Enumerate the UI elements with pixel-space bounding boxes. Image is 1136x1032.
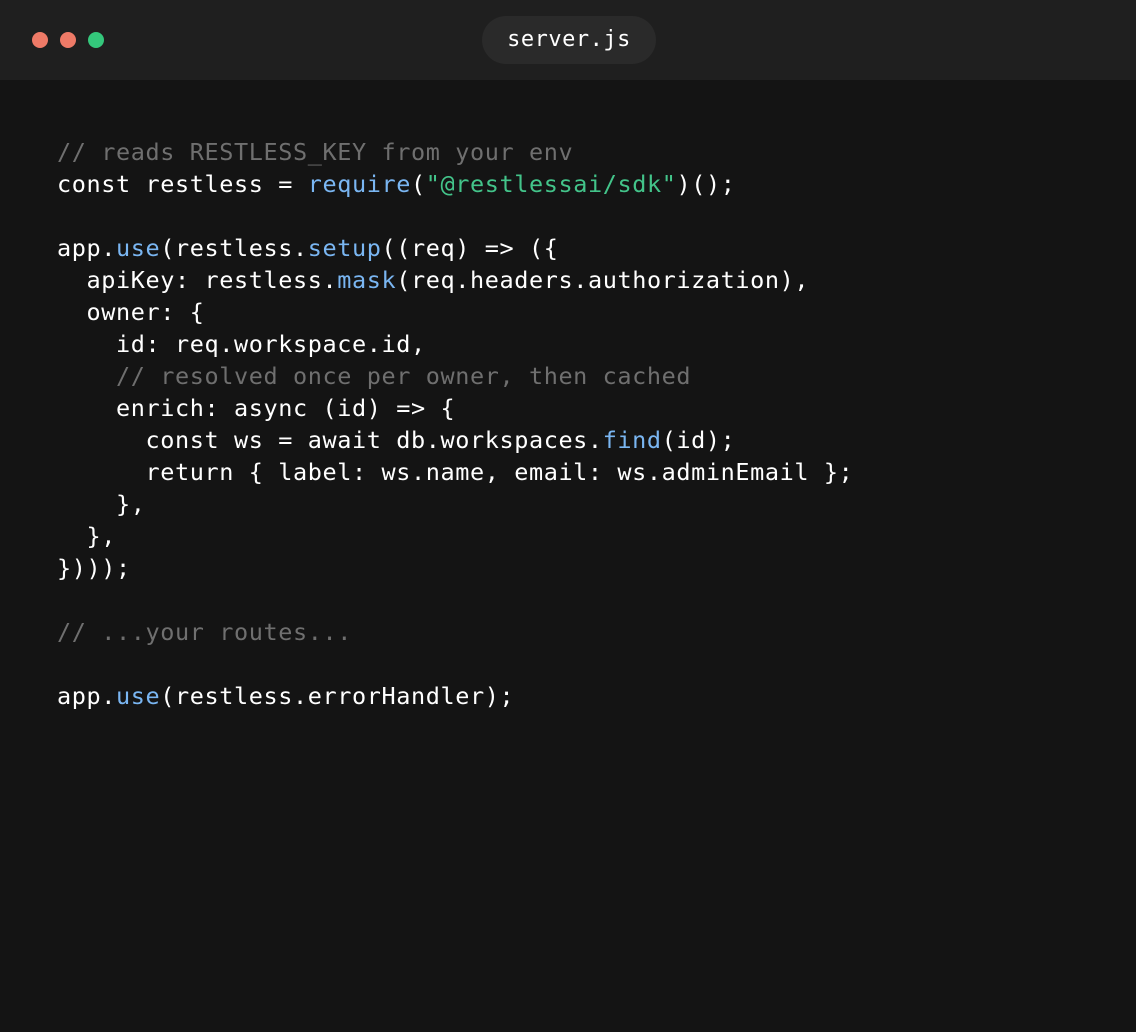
code-text: enrich: async (id) => { [57, 394, 456, 422]
code-window: server.js // reads RESTLESS_KEY from you… [0, 0, 1136, 1032]
code-text: const restless = [57, 170, 308, 198]
code-line: }))); [57, 552, 853, 584]
code-function: use [116, 234, 161, 262]
code-line: app.use(restless.setup((req) => ({ [57, 232, 853, 264]
code-text: apiKey: restless. [57, 266, 338, 294]
code-text: ( [410, 170, 426, 198]
code-comment: // resolved once per owner, then cached [57, 362, 692, 390]
code-line: app.use(restless.errorHandler); [57, 680, 853, 712]
minimize-dot-icon[interactable] [60, 32, 76, 48]
code-function: find [602, 426, 662, 454]
code-line: const restless = require("@restlessai/sd… [57, 168, 853, 200]
code-text: (id); [661, 426, 736, 454]
window-controls [32, 32, 104, 48]
code-function: mask [337, 266, 397, 294]
code-line: owner: { [57, 296, 853, 328]
code-function: setup [307, 234, 382, 262]
code-line: enrich: async (id) => { [57, 392, 853, 424]
title-bar: server.js [0, 0, 1136, 80]
code-text: ((req) => ({ [381, 234, 559, 262]
code-text: id: req.workspace.id, [57, 330, 426, 358]
code-text: }))); [57, 554, 131, 582]
code-text: return { label: ws.name, email: ws.admin… [57, 458, 854, 486]
close-dot-icon[interactable] [32, 32, 48, 48]
code-line: }, [57, 488, 853, 520]
code-text: owner: { [57, 298, 205, 326]
code-line: id: req.workspace.id, [57, 328, 853, 360]
code-line: apiKey: restless.mask(req.headers.author… [57, 264, 853, 296]
code-function: require [307, 170, 411, 198]
code-text: const ws = await db.workspaces. [57, 426, 603, 454]
code-text: }, [57, 522, 116, 550]
code-text: (restless. [160, 234, 308, 262]
code-comment: // reads RESTLESS_KEY from your env [57, 138, 574, 166]
code-block: // reads RESTLESS_KEY from your env const… [57, 136, 853, 712]
code-function: use [116, 682, 161, 710]
file-tab[interactable]: server.js [482, 16, 656, 64]
code-text: app. [57, 234, 116, 262]
code-text: }, [57, 490, 146, 518]
code-comment: // ...your routes... [57, 618, 352, 646]
code-text: )(); [676, 170, 736, 198]
code-line: // reads RESTLESS_KEY from your env [57, 136, 853, 168]
code-line: return { label: ws.name, email: ws.admin… [57, 456, 853, 488]
code-line: // resolved once per owner, then cached [57, 360, 853, 392]
code-line: }, [57, 520, 853, 552]
code-text: (req.headers.authorization), [396, 266, 810, 294]
code-text: (restless.errorHandler); [160, 682, 515, 710]
code-line: const ws = await db.workspaces.find(id); [57, 424, 853, 456]
code-line: // ...your routes... [57, 616, 853, 648]
code-string: "@restlessai/sdk" [425, 170, 677, 198]
code-text: app. [57, 682, 116, 710]
maximize-dot-icon[interactable] [88, 32, 104, 48]
